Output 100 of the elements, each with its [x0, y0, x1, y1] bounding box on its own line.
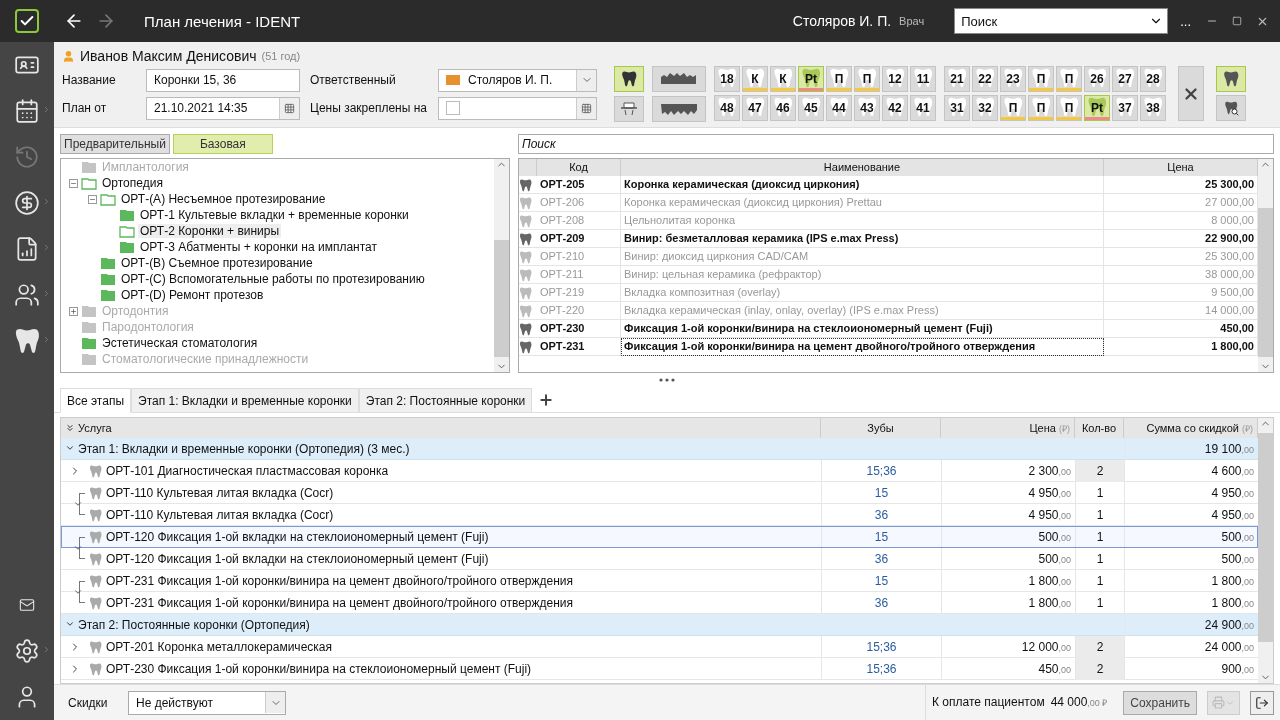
name-cell[interactable]: Винир: безметалловая керамика (IPS e.max Press) — [621, 230, 1104, 248]
stage-row[interactable]: Этап 1: Вкладки и временные коронки (Ортопедия) (3 мес.) 19 100,00 — [61, 438, 1258, 460]
tree-item[interactable]: ОРТ-(B) Съемное протезирование — [119, 256, 315, 270]
tooth-button[interactable]: 11 — [910, 66, 936, 92]
tooth-icon — [89, 552, 102, 566]
tooth-search-icon — [1223, 100, 1239, 116]
tooth-button[interactable]: П — [1028, 66, 1054, 92]
tooth-button[interactable]: К — [742, 66, 768, 92]
tooth-button[interactable]: П — [854, 66, 880, 92]
collapse-icon[interactable] — [65, 619, 75, 629]
save-button[interactable]: Сохранить — [1123, 690, 1197, 715]
responsible-select[interactable]: Столяров И. П. — [438, 68, 597, 92]
tree-item[interactable]: ОРТ-1 Культевые вкладки + временные коронки — [138, 208, 411, 222]
price-tab[interactable]: Базовая — [172, 134, 273, 154]
tooth-button[interactable]: 38 — [1140, 95, 1166, 121]
tooth-button[interactable]: 48 — [714, 95, 740, 121]
tooth-button[interactable]: П — [1000, 95, 1026, 121]
tooth-button[interactable]: 42 — [882, 95, 908, 121]
chart-tool-button[interactable] — [1216, 95, 1246, 121]
price-cell: 4 950,00 — [941, 482, 1075, 504]
tree-item[interactable]: ОРТ-(D) Ремонт протезов — [119, 288, 266, 302]
teeth-cell: 15;36 — [821, 636, 941, 658]
scrollbar-thumb[interactable] — [494, 240, 509, 357]
plan-row[interactable]: ОРТ-201 Коронка металлокерамическая 15;36 12 000,00 2 24 000,00 — [61, 636, 1258, 658]
stage-tab[interactable]: Этап 2: Постоянные коронки — [358, 388, 533, 413]
tooth-button[interactable]: П — [826, 66, 852, 92]
quantity-cell: 2 — [1075, 460, 1124, 482]
stage-tab[interactable]: Этап 1: Вкладки и временные коронки — [131, 388, 359, 413]
patient-icon — [62, 49, 75, 63]
name-cell[interactable]: Фиксация 1-ой коронки/винира на цемент двойного/тройного отверждения — [621, 338, 1104, 356]
plan-row[interactable]: ОРТ-120 Фиксация 1-ой вкладки на стеклоиономерный цемент (Fuji) 15 500,00 1 500,00 — [61, 526, 1258, 548]
tooth-button[interactable]: 21 — [944, 66, 970, 92]
scrollbar[interactable] — [1258, 159, 1273, 372]
tree-item[interactable]: Ортопедия — [100, 176, 165, 190]
search-field[interactable]: Поиск — [518, 134, 1274, 154]
tooth-button[interactable]: К — [770, 66, 796, 92]
tooth-button[interactable]: П — [1028, 95, 1054, 121]
plan-row[interactable]: ОРТ-120 Фиксация 1-ой вкладки на стеклоиономерный цемент (Fuji) 36 500,00 1 500,00 — [61, 548, 1258, 570]
tooth-button[interactable]: 26 — [1084, 66, 1110, 92]
tooth-button[interactable]: П — [1056, 95, 1082, 121]
scrollbar[interactable] — [1258, 418, 1273, 683]
app-logo[interactable] — [15, 9, 39, 33]
search-field[interactable]: Поиск — [954, 8, 1169, 34]
view-button[interactable] — [652, 96, 706, 122]
tooth-button[interactable]: 23 — [1000, 66, 1026, 92]
scrollbar-thumb[interactable] — [1258, 433, 1273, 642]
collapse-icon[interactable] — [88, 194, 97, 204]
chart-tool-button[interactable] — [1216, 66, 1246, 92]
tooth-button[interactable]: 28 — [1140, 66, 1166, 92]
tooth-button[interactable]: 47 — [742, 95, 768, 121]
tooth-button[interactable]: 41 — [910, 95, 936, 121]
tooth-button[interactable]: 44 — [826, 95, 852, 121]
tooth-button[interactable]: Pt — [1084, 95, 1110, 121]
tooth-button[interactable]: Pt — [798, 66, 824, 92]
plan-row[interactable]: ОРТ-110 Культевая литая вкладка (Cocr) 15 4 950,00 1 4 950,00 — [61, 482, 1258, 504]
price-cell: 500,00 — [941, 526, 1075, 548]
tree-item[interactable]: ОРТ-3 Абатменты + коронки на имплантат — [138, 240, 379, 254]
tooth-button[interactable]: 32 — [972, 95, 998, 121]
tree-item[interactable]: Эстетическая стоматология — [100, 336, 260, 350]
teeth-cell: 15 — [821, 526, 941, 548]
plan-row[interactable]: ОРТ-101 Диагностическая пластмассовая коронка 15;36 2 300,00 2 4 600,00 — [61, 460, 1258, 482]
name-cell[interactable]: Фиксация 1-ой коронки/винира на стеклоиономерный цемент (Fuji) — [621, 320, 1104, 338]
checkbox[interactable] — [446, 101, 460, 115]
date-field[interactable] — [438, 96, 597, 120]
clear-button[interactable] — [1178, 66, 1204, 121]
tooth-button[interactable]: 22 — [972, 66, 998, 92]
tree-item[interactable]: ОРТ-(C) Вспомогательные работы по протезированию — [119, 272, 427, 286]
view-button[interactable] — [652, 66, 706, 92]
discount-select[interactable]: Не действуют — [128, 690, 286, 715]
collapse-icon[interactable] — [65, 443, 75, 453]
tooth-button[interactable]: 45 — [798, 95, 824, 121]
plan-row[interactable]: ОРТ-231 Фиксация 1-ой коронки/винира на цемент двойного/тройного отверждения 15 1 800,00 1 1 800,00 — [61, 570, 1258, 592]
stage-tab[interactable]: Все этапы — [60, 388, 132, 413]
stage-row[interactable]: Этап 2: Постоянные коронки (Ортопедия) 24 900,00 — [61, 614, 1258, 636]
collapse-icon[interactable] — [69, 178, 78, 188]
tooth-button[interactable]: П — [1056, 66, 1082, 92]
tree-item[interactable]: ОРТ-(A) Несъемное протезирование — [119, 192, 328, 206]
quantity-cell: 1 — [1075, 482, 1124, 504]
exit-button[interactable] — [1250, 690, 1274, 715]
tree-item[interactable]: ОРТ-2 Коронки + виниры — [138, 224, 282, 238]
name-field[interactable]: Коронки 15, 36 — [146, 68, 300, 92]
view-button[interactable] — [614, 66, 644, 92]
scrollbar[interactable] — [494, 159, 509, 372]
tooth-button[interactable]: 31 — [944, 95, 970, 121]
tooth-button[interactable]: 43 — [854, 95, 880, 121]
splitter-handle[interactable] — [659, 378, 675, 382]
chevron-down-icon — [73, 499, 83, 509]
plan-row[interactable]: ОРТ-230 Фиксация 1-ой коронки/винира на стеклоиономерный цемент (Fuji) 15;36 450,00 2 900,00 — [61, 658, 1258, 680]
tooth-button[interactable]: 12 — [882, 66, 908, 92]
price-tab[interactable]: Предварительный — [60, 134, 170, 154]
tooth-button[interactable]: 37 — [1112, 95, 1138, 121]
scrollbar-thumb[interactable] — [1258, 208, 1273, 357]
tooth-button[interactable]: 27 — [1112, 66, 1138, 92]
tooth-button[interactable]: 18 — [714, 66, 740, 92]
date-field[interactable]: 21.10.2021 14:35 — [146, 96, 300, 120]
tooth-button[interactable]: 46 — [770, 95, 796, 121]
name-cell[interactable]: Коронка керамическая (диоксид циркония) — [621, 176, 1104, 194]
view-button[interactable] — [614, 96, 644, 122]
collapse-all-icon[interactable] — [65, 423, 75, 433]
tooth-icon — [519, 214, 532, 228]
